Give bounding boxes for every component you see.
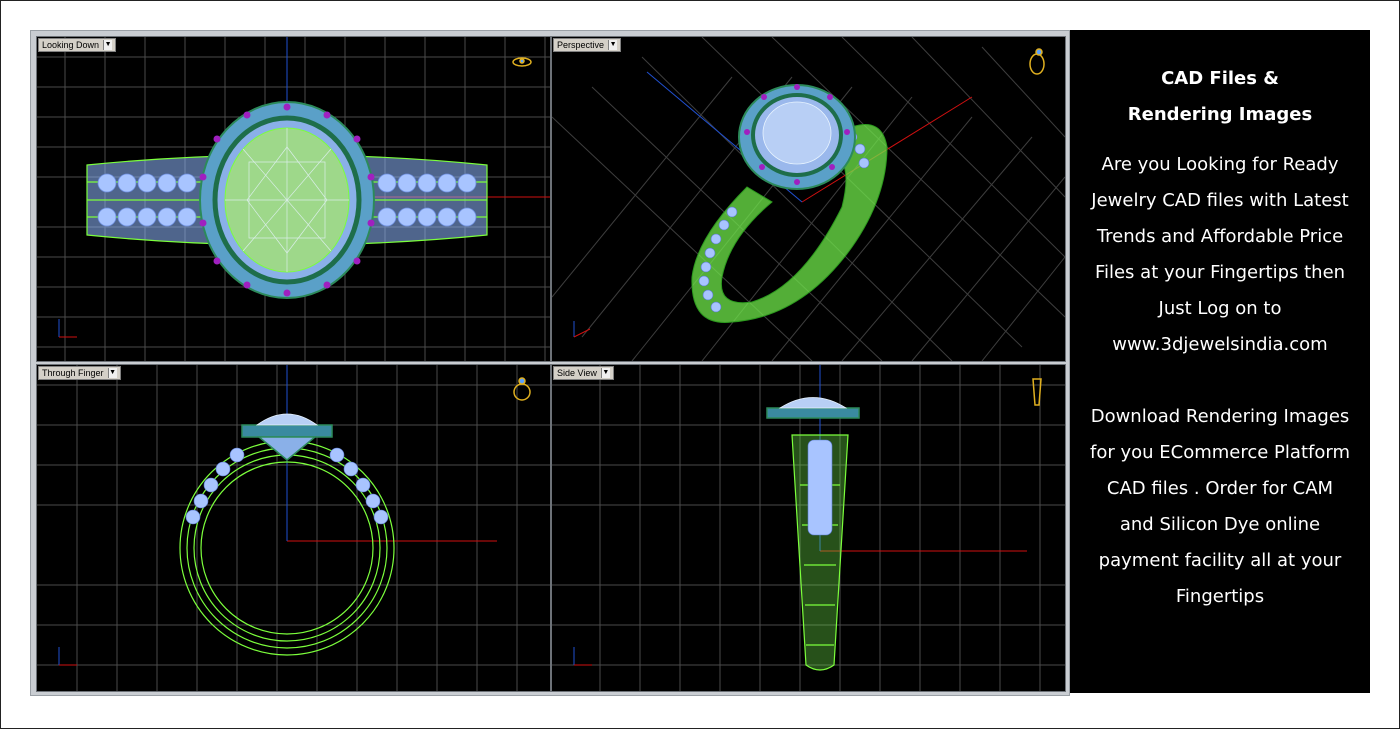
side-view-drawing <box>552 365 1065 691</box>
viewport-label-text: Side View <box>557 368 597 378</box>
cad-window: Looking Down ▼ Perspective ▼ Through Fin… <box>30 30 1070 696</box>
panel-paragraph-2: Download Rendering Images for you EComme… <box>1090 406 1350 607</box>
dropdown-arrow-icon[interactable]: ▼ <box>107 368 117 378</box>
axis-gizmo-icon <box>573 321 591 338</box>
panel-title-line1: CAD Files & <box>1161 68 1279 89</box>
viewport-label[interactable]: Through Finger ▼ <box>38 366 121 380</box>
looking-down-drawing <box>37 37 550 361</box>
dropdown-arrow-icon[interactable]: ▼ <box>608 40 618 50</box>
ring-thumbnail-icon <box>513 377 531 401</box>
perspective-halo <box>738 84 856 190</box>
axis-gizmo-icon <box>58 647 77 666</box>
viewport-label-text: Looking Down <box>42 40 100 50</box>
side-head <box>766 397 860 419</box>
viewport-label[interactable]: Side View ▼ <box>553 366 614 380</box>
dropdown-arrow-icon[interactable]: ▼ <box>600 368 610 378</box>
viewport-label-text: Perspective <box>557 40 605 50</box>
viewport-through-finger[interactable]: Through Finger ▼ <box>36 364 551 692</box>
panel-title-line2: Rendering Images <box>1127 104 1313 125</box>
ring-thumbnail-icon <box>512 57 532 67</box>
viewport-perspective[interactable]: Perspective ▼ <box>551 36 1066 362</box>
panel-paragraph-1: Are you Looking for Ready Jewelry CAD fi… <box>1091 154 1349 355</box>
side-stones <box>807 439 833 536</box>
grid <box>37 365 550 691</box>
perspective-drawing <box>552 37 1065 361</box>
stone-facets <box>225 128 349 272</box>
panel-title: CAD Files & Rendering Images <box>1070 61 1370 133</box>
axis-gizmo-icon <box>58 319 77 338</box>
axis-gizmo-icon <box>573 647 592 666</box>
dropdown-arrow-icon[interactable]: ▼ <box>103 40 113 50</box>
through-finger-drawing <box>37 365 550 691</box>
ring-thumbnail-icon <box>1029 48 1045 75</box>
viewport-looking-down[interactable]: Looking Down ▼ <box>36 36 551 362</box>
viewport-label[interactable]: Perspective ▼ <box>553 38 622 52</box>
viewport-side-view[interactable]: Side View ▼ <box>551 364 1066 692</box>
info-panel: CAD Files & Rendering Images Are you Loo… <box>1070 30 1370 693</box>
viewport-label-text: Through Finger <box>42 368 104 378</box>
viewport-label[interactable]: Looking Down ▼ <box>38 38 117 52</box>
